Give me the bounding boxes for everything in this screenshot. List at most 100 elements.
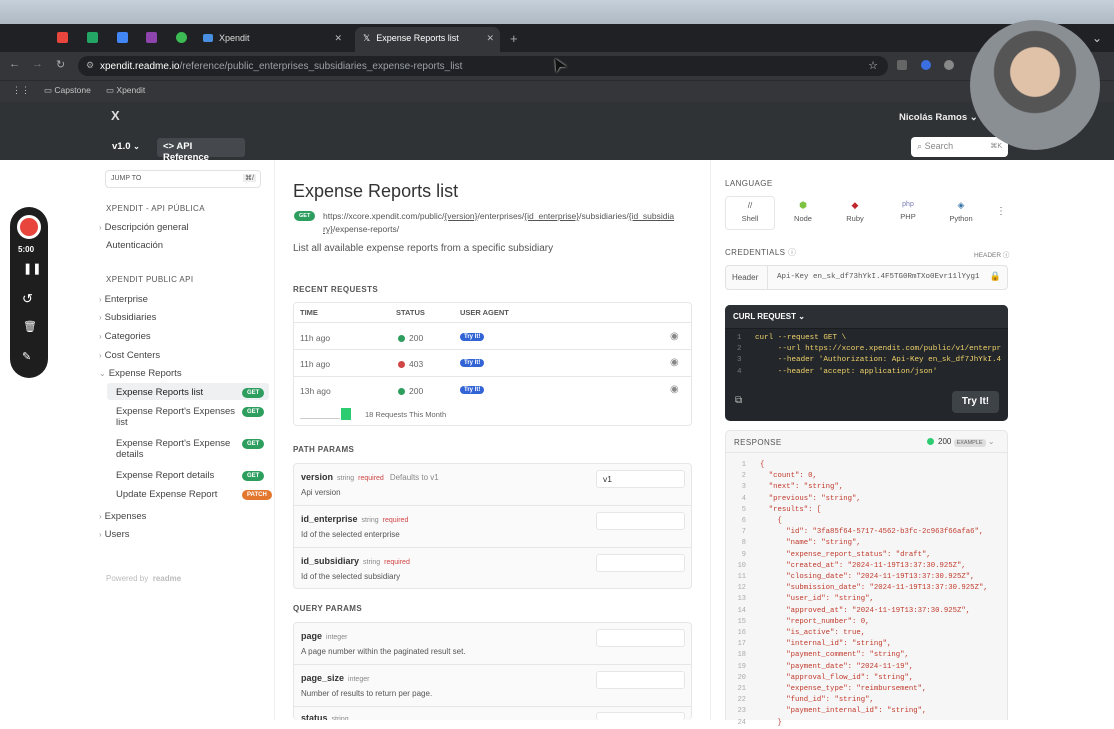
powered-label: Powered by	[106, 574, 149, 583]
trash-icon[interactable]: 🗑	[23, 320, 37, 333]
search-input[interactable]: ⌕ Search ⌘K	[911, 137, 1008, 157]
line-number: 20	[737, 673, 746, 682]
more-languages-icon[interactable]: ⋮	[996, 206, 1006, 217]
api-key-field[interactable]: Header Api-Key en_sk_df73hYkI.4F5TG0RmTX…	[725, 265, 1008, 290]
sidebar-item-label: Autenticación	[106, 240, 164, 251]
page-size-input[interactable]	[596, 671, 685, 689]
version-input[interactable]: v1	[596, 470, 685, 488]
tab-menu-icon[interactable]: ⌄	[1092, 29, 1102, 47]
bookmark-star-icon[interactable]: ☆	[868, 59, 878, 72]
tab-label: Expense Reports list	[376, 33, 459, 43]
sidebar-item-enterprise[interactable]: › Enterprise	[99, 294, 148, 305]
sidebar-subitem-update-report[interactable]: Update Expense Report	[116, 489, 217, 500]
sidebar-item-subsidiaries[interactable]: › Subsidiaries	[99, 312, 156, 323]
param-description: Api version	[301, 488, 341, 497]
close-icon[interactable]: ✕	[486, 33, 494, 44]
app-icon[interactable]	[146, 32, 157, 43]
jump-to-search[interactable]: JUMP TO ⌘/	[105, 170, 261, 188]
stop-record-button[interactable]	[17, 215, 41, 239]
get-badge: GET	[242, 388, 265, 398]
sidebar-item-label: Expenses	[104, 511, 147, 522]
param-name: version	[301, 472, 334, 482]
folder-icon: ▭	[44, 85, 53, 95]
node-icon: ⬢	[799, 200, 807, 210]
param-id-enterprise-name: id_enterprise string required	[301, 514, 408, 524]
draw-icon[interactable]: ✎	[22, 350, 31, 363]
user-menu[interactable]: Nicolás Ramos ⌄	[899, 112, 978, 123]
lang-node[interactable]: ⬢ Node	[780, 196, 826, 230]
status-dot	[398, 388, 405, 395]
docs-icon[interactable]	[117, 32, 128, 43]
new-tab-button[interactable]: +	[510, 29, 518, 47]
info-icon[interactable]: ⓘ	[1003, 252, 1010, 259]
back-icon[interactable]: ←	[9, 58, 20, 70]
reload-icon[interactable]: ↻	[56, 58, 65, 71]
param-name: page	[301, 631, 323, 641]
code-line: "payment_comment": "string",	[760, 651, 909, 660]
page-input[interactable]	[596, 629, 685, 647]
param-description: Id of the selected subsidiary	[301, 572, 401, 581]
bookmark-xpendit[interactable]: ▭ Xpendit	[106, 85, 145, 96]
info-icon[interactable]: ⓘ	[788, 248, 796, 257]
logo[interactable]: X	[111, 108, 120, 123]
restart-icon[interactable]: ↺	[22, 291, 33, 307]
apps-grid-icon[interactable]: ⋮⋮	[12, 85, 30, 96]
sidebar-item-users[interactable]: › Users	[99, 529, 129, 540]
eye-icon[interactable]: ◉	[670, 331, 679, 342]
user-agent-badge: Try It!	[460, 333, 485, 341]
response-status-code: 200	[938, 437, 952, 446]
address-bar[interactable]: ⚙ xpendit.readme.io/reference/public_ent…	[78, 56, 888, 76]
lang-label: Node	[794, 214, 812, 223]
param-type: integer	[326, 634, 348, 641]
sidebar-item-label-cont: details	[116, 449, 144, 460]
close-icon[interactable]: ✕	[334, 33, 342, 44]
sidebar-item-label: Expense Report's Expenses	[116, 406, 236, 417]
extension-icon[interactable]	[944, 60, 954, 70]
sidebar-subitem-reports-list[interactable]: Expense Reports list	[116, 387, 203, 398]
lang-ruby[interactable]: ◆ Ruby	[832, 196, 878, 230]
sidebar-subitem-report-expenses-list[interactable]: Expense Report's Expenses list	[116, 406, 235, 428]
code-line: --header 'Authorization: Api-Key en_sk_d…	[755, 356, 1002, 365]
response-status-select[interactable]: 200 EXAMPLE ⌄	[927, 437, 995, 447]
powered-by[interactable]: Powered by readme	[106, 574, 181, 583]
sidebar-subitem-report-expense-details[interactable]: Expense Report's Expense details	[116, 438, 230, 460]
sheets-icon[interactable]	[87, 32, 98, 43]
line-number: 19	[737, 662, 746, 671]
try-it-button[interactable]: Try It!	[952, 391, 999, 413]
status-select[interactable]	[596, 712, 685, 720]
id-subsidiary-input[interactable]	[596, 554, 685, 572]
drive-icon[interactable]	[176, 32, 187, 43]
eye-icon[interactable]: ◉	[670, 384, 679, 395]
copy-icon[interactable]: ⧉	[735, 395, 742, 406]
tab-expense-reports-content[interactable]: 𝕏 Expense Reports list ✕	[355, 29, 500, 47]
lang-shell[interactable]: // Shell	[725, 196, 775, 230]
version-select[interactable]: v1.0 ⌄	[112, 141, 140, 152]
param-type: string	[337, 475, 355, 482]
id-enterprise-input[interactable]	[596, 512, 685, 530]
lang-php[interactable]: php PHP	[885, 196, 931, 230]
site-info-icon[interactable]: ⚙	[86, 60, 94, 71]
eye-icon[interactable]: ◉	[670, 357, 679, 368]
sidebar-item-autenticacion[interactable]: Autenticación	[106, 240, 163, 251]
sidebar-item-descripcion[interactable]: › Descripción general	[99, 222, 189, 233]
curl-title[interactable]: CURL REQUEST ⌄	[733, 312, 805, 321]
sidebar-item-categories[interactable]: › Categories	[99, 331, 151, 342]
record-timer: 5:00	[18, 245, 35, 254]
divider	[294, 664, 691, 665]
api-reference-tab[interactable]: <> API Reference	[157, 138, 245, 163]
sidebar-item-cost-centers[interactable]: › Cost Centers	[99, 350, 160, 361]
patch-badge: PATCH	[242, 490, 272, 500]
bookmark-capstone[interactable]: ▭ Capstone	[44, 85, 91, 96]
lang-python[interactable]: ◈ Python	[938, 196, 984, 230]
sidebar-item-expenses[interactable]: › Expenses	[99, 511, 146, 522]
api-key-value: Api-Key en_sk_df73hYkI.4F5TG0RmTXo0Evr11…	[777, 273, 980, 281]
tab-xpendit[interactable]: Xpendit ✕	[203, 29, 348, 47]
sidebar-subitem-report-details[interactable]: Expense Report details	[116, 470, 214, 481]
extension-icon[interactable]	[921, 60, 931, 70]
extension-icon[interactable]	[897, 60, 907, 70]
pause-icon[interactable]: ❚❚	[23, 262, 41, 275]
gmail-icon[interactable]	[57, 32, 68, 43]
sidebar-item-expense-reports[interactable]: ⌄ Expense Reports	[99, 368, 182, 379]
forward-icon[interactable]: →	[32, 58, 43, 70]
get-badge: GET	[242, 471, 265, 481]
